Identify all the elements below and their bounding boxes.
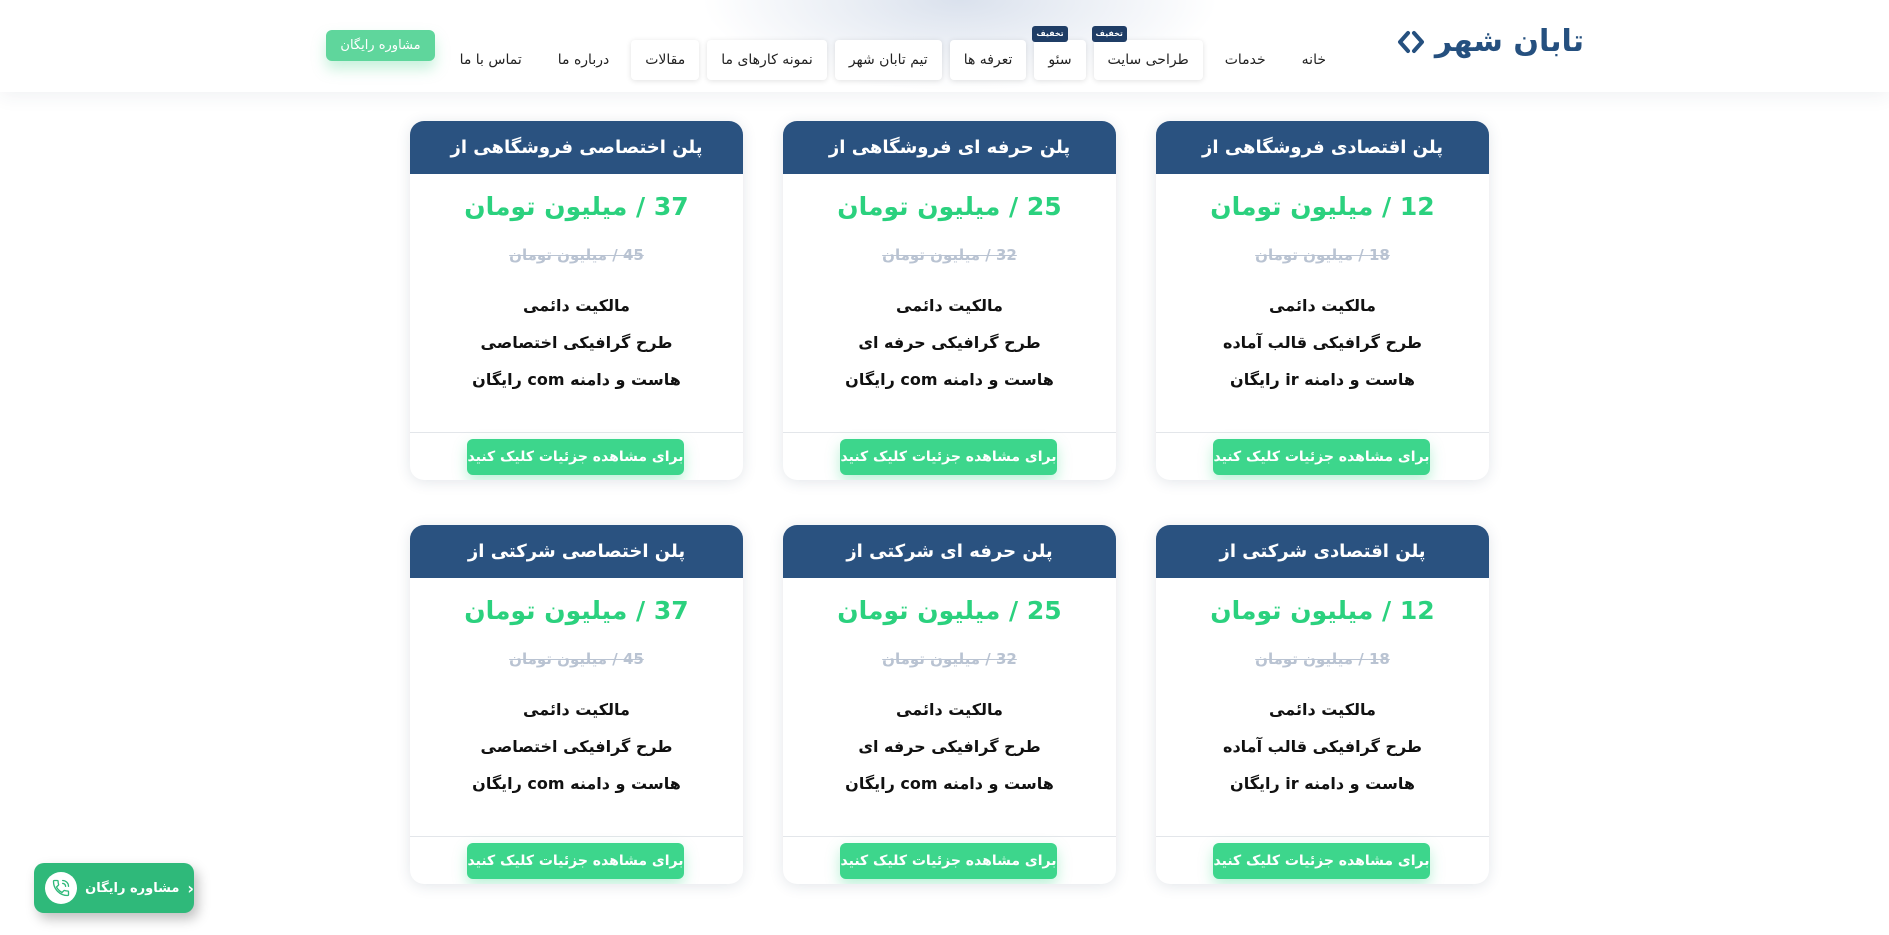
card-divider: [1156, 836, 1489, 837]
plan-feature: مالکیت دائمی: [896, 700, 1003, 719]
nav-item-contact[interactable]: تماس با ما: [445, 40, 536, 80]
nav-item-about[interactable]: درباره ما: [543, 40, 624, 80]
plan-price: 12 / میلیون تومان: [1210, 192, 1435, 221]
brand-name: تابان شهر: [1434, 24, 1585, 59]
chevron-left-icon: ‹: [187, 878, 194, 898]
plan-features: مالکیت دائمی طرح گرافیکی اختصاصی هاست و …: [410, 292, 743, 403]
plan-details-button[interactable]: برای مشاهده جزئیات کلیک کنید: [1213, 843, 1430, 879]
nav-item-team[interactable]: تیم تابان شهر: [834, 40, 942, 80]
plan-feature: طرح گرافیکی قالب آماده: [1223, 333, 1422, 352]
plan-title: پلن اقتصادی شرکتی از: [1156, 525, 1489, 578]
plan-details-button[interactable]: برای مشاهده جزئیات کلیک کنید: [840, 843, 1057, 879]
plan-old-price: 18 / میلیون تومان: [1255, 650, 1390, 668]
plan-feature: هاست و دامنه com رایگان: [472, 774, 681, 793]
nav-item-home[interactable]: خانه: [1287, 40, 1340, 80]
nav-label: سئو: [1048, 52, 1072, 68]
plan-old-price: 32 / میلیون تومان: [882, 650, 1017, 668]
phone-icon: [45, 872, 78, 904]
plan-feature: طرح گرافیکی حرفه ای: [858, 333, 1041, 352]
nav-item-articles[interactable]: مقالات: [631, 40, 700, 80]
plan-features: مالکیت دائمی طرح گرافیکی حرفه ای هاست و …: [783, 292, 1116, 403]
plan-old-price: 32 / میلیون تومان: [882, 246, 1017, 264]
plan-features: مالکیت دائمی طرح گرافیکی قالب آماده هاست…: [1156, 292, 1489, 403]
plan-card-pro-company: پلن حرفه ای شرکتی از 25 / میلیون تومان 3…: [783, 525, 1116, 884]
plan-feature: مالکیت دائمی: [523, 296, 630, 315]
nav-label: خدمات: [1224, 52, 1266, 68]
card-divider: [1156, 432, 1489, 433]
free-consult-button[interactable]: مشاوره رایگان: [326, 30, 435, 61]
plan-feature: هاست و دامنه com رایگان: [472, 370, 681, 389]
card-divider: [783, 432, 1116, 433]
plan-title: پلن حرفه ای شرکتی از: [783, 525, 1116, 578]
plan-old-price: 18 / میلیون تومان: [1255, 246, 1390, 264]
nav-label: نمونه کارهای ما: [721, 52, 813, 68]
nav-label: طراحی سایت: [1107, 52, 1189, 68]
plan-title: پلن اختصاصی شرکتی از: [410, 525, 743, 578]
nav-label: تیم تابان شهر: [848, 52, 928, 68]
site-header: تابان شهر خانه خدمات طراحی سایت تخفیف سئ…: [0, 0, 1889, 92]
plan-price: 25 / میلیون تومان: [837, 192, 1062, 221]
discount-badge: تخفیف: [1032, 26, 1068, 42]
plan-old-price: 45 / میلیون تومان: [509, 650, 644, 668]
plan-card-exclusive-company: پلن اختصاصی شرکتی از 37 / میلیون تومان 4…: [410, 525, 743, 884]
card-divider: [410, 836, 743, 837]
nav-item-services[interactable]: خدمات: [1210, 40, 1280, 80]
nav-label: درباره ما: [557, 52, 610, 68]
plan-title: پلن اقتصادی فروشگاهی از: [1156, 121, 1489, 174]
plan-card-economy-shop: پلن اقتصادی فروشگاهی از 12 / میلیون توما…: [1156, 121, 1489, 480]
main-nav: خانه خدمات طراحی سایت تخفیف سئو تخفیف تع…: [445, 26, 1340, 80]
plan-feature: طرح گرافیکی اختصاصی: [480, 737, 673, 756]
plan-feature: مالکیت دائمی: [896, 296, 1003, 315]
site-logo[interactable]: تابان شهر: [1397, 24, 1585, 59]
floating-consult-label: مشاوره رایگان: [85, 880, 180, 896]
plan-card-economy-company: پلن اقتصادی شرکتی از 12 / میلیون تومان 1…: [1156, 525, 1489, 884]
card-divider: [410, 432, 743, 433]
nav-item-portfolio[interactable]: نمونه کارهای ما: [707, 40, 827, 80]
nav-item-web-design[interactable]: طراحی سایت تخفیف: [1091, 26, 1203, 80]
plan-feature: هاست و دامنه ir رایگان: [1230, 774, 1415, 793]
plan-feature: هاست و دامنه ir رایگان: [1230, 370, 1415, 389]
plan-price: 37 / میلیون تومان: [464, 192, 689, 221]
plan-feature: طرح گرافیکی حرفه ای: [858, 737, 1041, 756]
nav-label: خانه: [1301, 52, 1326, 68]
nav-item-pricing[interactable]: تعرفه ها: [949, 40, 1027, 80]
nav-label: تعرفه ها: [963, 52, 1013, 68]
plan-feature: هاست و دامنه com رایگان: [845, 370, 1054, 389]
plan-old-price: 45 / میلیون تومان: [509, 246, 644, 264]
plan-feature: هاست و دامنه com رایگان: [845, 774, 1054, 793]
nav-item-seo[interactable]: سئو تخفیف: [1032, 26, 1086, 80]
floating-consult-button[interactable]: مشاوره رایگان ‹: [34, 863, 194, 913]
plan-feature: طرح گرافیکی قالب آماده: [1223, 737, 1422, 756]
plan-details-button[interactable]: برای مشاهده جزئیات کلیک کنید: [840, 439, 1057, 475]
plan-feature: مالکیت دائمی: [523, 700, 630, 719]
plan-features: مالکیت دائمی طرح گرافیکی اختصاصی هاست و …: [410, 696, 743, 807]
plan-details-button[interactable]: برای مشاهده جزئیات کلیک کنید: [467, 843, 684, 879]
plan-price: 12 / میلیون تومان: [1210, 596, 1435, 625]
nav-label: تماس با ما: [459, 52, 522, 68]
plan-price: 37 / میلیون تومان: [464, 596, 689, 625]
plan-price: 25 / میلیون تومان: [837, 596, 1062, 625]
plan-feature: مالکیت دائمی: [1269, 700, 1376, 719]
card-divider: [783, 836, 1116, 837]
plan-details-button[interactable]: برای مشاهده جزئیات کلیک کنید: [1213, 439, 1430, 475]
plan-card-exclusive-shop: پلن اختصاصی فروشگاهی از 37 / میلیون توما…: [410, 121, 743, 480]
logo-chevrons-icon: [1397, 30, 1425, 54]
plan-title: پلن حرفه ای فروشگاهی از: [783, 121, 1116, 174]
plan-details-button[interactable]: برای مشاهده جزئیات کلیک کنید: [467, 439, 684, 475]
plan-title: پلن اختصاصی فروشگاهی از: [410, 121, 743, 174]
plan-features: مالکیت دائمی طرح گرافیکی قالب آماده هاست…: [1156, 696, 1489, 807]
nav-label: مقالات: [645, 52, 686, 68]
discount-badge: تخفیف: [1091, 26, 1127, 42]
plan-feature: مالکیت دائمی: [1269, 296, 1376, 315]
plan-card-pro-shop: پلن حرفه ای فروشگاهی از 25 / میلیون توما…: [783, 121, 1116, 480]
plan-features: مالکیت دائمی طرح گرافیکی حرفه ای هاست و …: [783, 696, 1116, 807]
plan-feature: طرح گرافیکی اختصاصی: [480, 333, 673, 352]
